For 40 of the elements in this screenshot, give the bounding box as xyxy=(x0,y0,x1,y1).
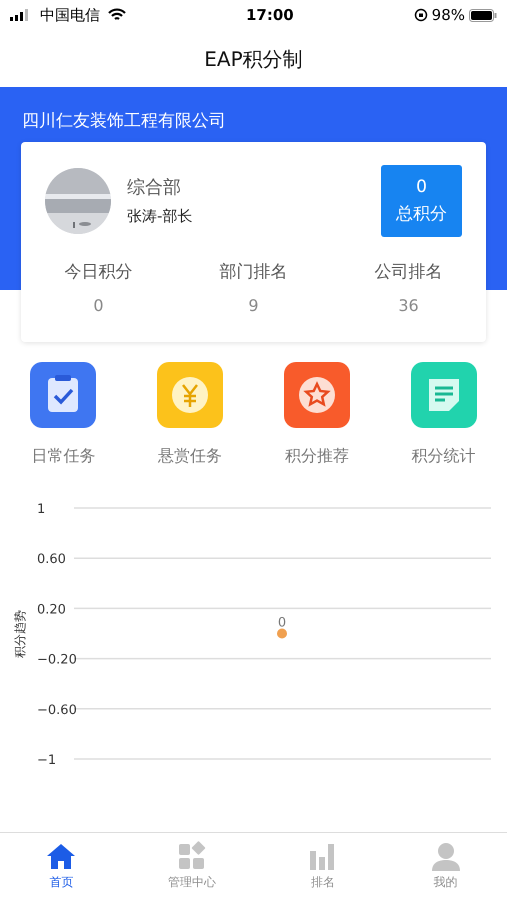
tab-item[interactable]: 首页 xyxy=(0,833,123,900)
status-time: 17:00 xyxy=(246,6,294,24)
stat-value: 0 xyxy=(93,296,104,314)
y-axis-label: 1 xyxy=(37,502,46,516)
note-icon[interactable] xyxy=(410,362,477,428)
battery-percent: 98% xyxy=(432,4,465,26)
y-axis-title: 积分趋势 xyxy=(13,610,27,658)
stat-label: 公司排名 xyxy=(374,262,442,282)
orientation-lock-icon xyxy=(414,8,428,22)
y-axis-label: 0.20 xyxy=(37,602,66,617)
y-axis-label: 0.60 xyxy=(37,552,66,567)
shortcut-label: 积分推荐 xyxy=(284,446,349,464)
y-axis-label: −0.20 xyxy=(37,652,77,668)
y-axis-label: −0.60 xyxy=(37,702,77,718)
battery-icon xyxy=(469,8,497,22)
total-points-button[interactable]: 0 总积分 xyxy=(381,165,462,237)
carrier-name: 中国电信 xyxy=(40,4,100,26)
clipboard-check-icon[interactable] xyxy=(30,362,96,428)
stat-label: 今日积分 xyxy=(64,262,132,282)
y-axis-label: −1 xyxy=(37,752,56,768)
tab-item[interactable]: 排名 xyxy=(262,833,384,900)
data-label: 0 xyxy=(278,615,286,630)
total-points-label: 总积分 xyxy=(395,203,448,226)
yen-coin-icon[interactable] xyxy=(157,362,224,428)
stat-value: 36 xyxy=(398,296,419,314)
stat-label: 部门排名 xyxy=(220,262,288,282)
department-name: 综合部 xyxy=(127,177,181,198)
shortcut-label: 悬赏任务 xyxy=(158,446,222,464)
wifi-icon xyxy=(108,8,126,22)
stat-value: 9 xyxy=(248,296,259,314)
total-points-value: 0 xyxy=(415,176,428,199)
shortcut-label: 积分统计 xyxy=(412,446,476,464)
tab-item[interactable]: 我的 xyxy=(384,833,507,900)
person-title: 张涛-部长 xyxy=(127,207,192,226)
shortcut-label: 日常任务 xyxy=(31,446,96,464)
data-point xyxy=(277,628,287,638)
page-title: EAP积分制 xyxy=(204,46,303,72)
user-icon xyxy=(430,841,462,873)
company-name: 四川仁友装饰工程有限公司 xyxy=(22,110,227,133)
tab-item[interactable]: 管理中心 xyxy=(122,833,262,900)
